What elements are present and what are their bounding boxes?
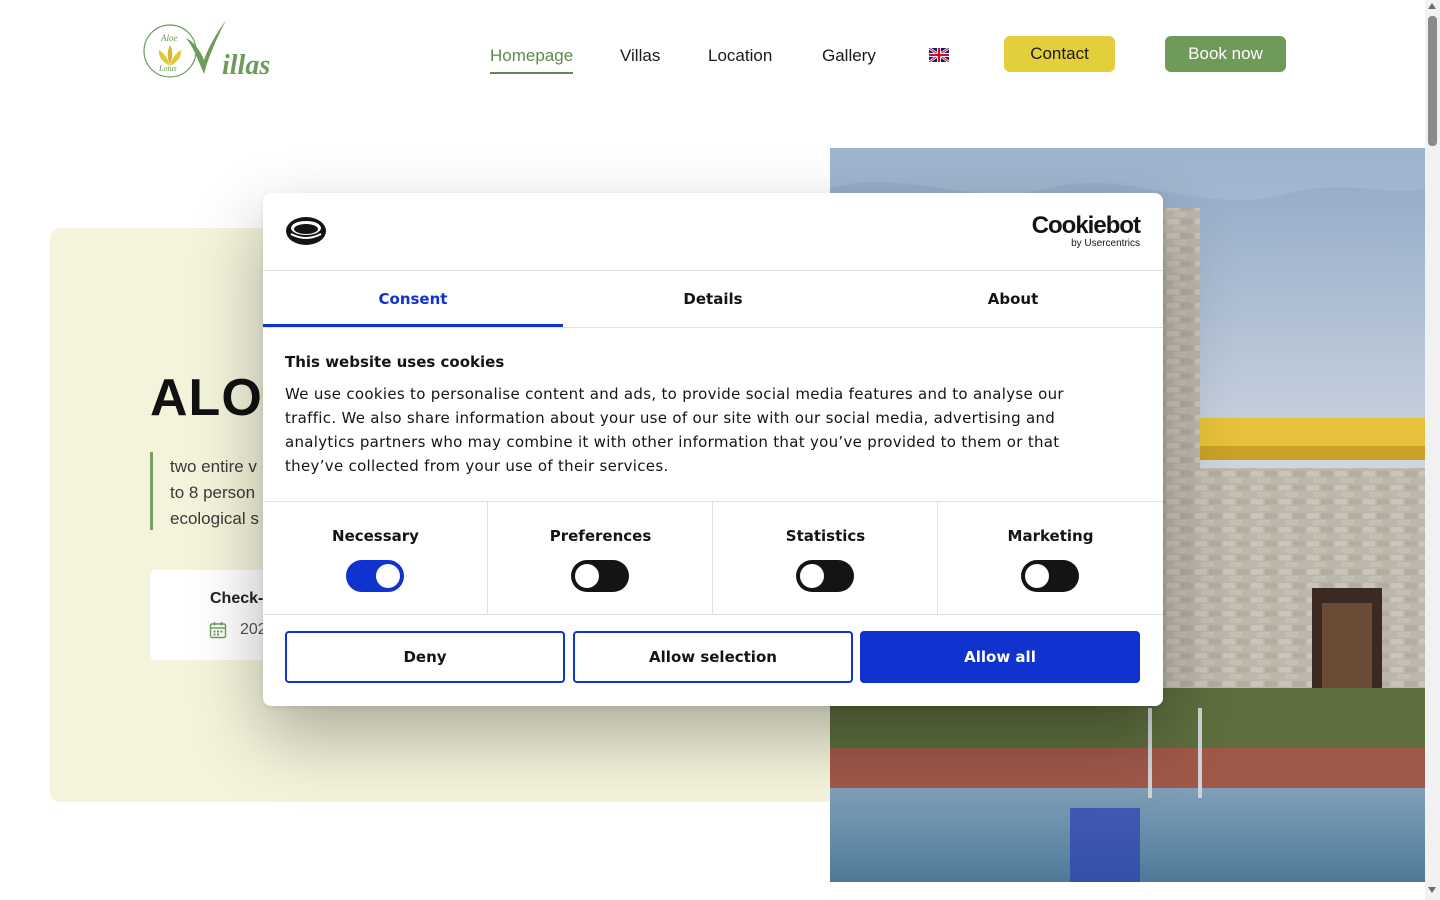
logo-text-bottom: Lotus: [158, 64, 177, 73]
marketing-toggle[interactable]: [1021, 560, 1079, 592]
uk-flag-icon[interactable]: [928, 46, 950, 64]
contact-button[interactable]: Contact: [1004, 36, 1115, 72]
calendar-icon[interactable]: [209, 621, 227, 639]
tab-details[interactable]: Details: [563, 271, 863, 327]
category-marketing: Marketing: [938, 502, 1163, 615]
category-label: Preferences: [549, 527, 652, 545]
nav-villas[interactable]: Villas: [620, 46, 660, 66]
dialog-heading: This website uses cookies: [285, 353, 505, 371]
category-necessary: Necessary: [263, 502, 488, 615]
tab-about[interactable]: About: [863, 271, 1163, 327]
body-line: they’ve collected from your use of their…: [285, 457, 669, 475]
allow-selection-button[interactable]: Allow selection: [573, 631, 853, 683]
tab-consent[interactable]: Consent: [263, 271, 563, 327]
category-preferences: Preferences: [488, 502, 713, 615]
divider: [263, 614, 1163, 615]
deny-button[interactable]: Deny: [285, 631, 565, 683]
preferences-toggle[interactable]: [571, 560, 629, 592]
allow-all-button[interactable]: Allow all: [860, 631, 1140, 683]
logo-text-top: Aloe: [160, 33, 178, 43]
cookie-consent-dialog: Cookiebot by Usercentrics Consent Detail…: [263, 193, 1163, 706]
book-now-button[interactable]: Book now: [1165, 36, 1286, 72]
dialog-body-text: We use cookies to personalise content an…: [285, 382, 1115, 478]
hero-title: ALO: [150, 369, 263, 427]
brand-subtitle: by Usercentrics: [1071, 238, 1140, 249]
cookie-logo-icon: [285, 215, 327, 247]
nav-location[interactable]: Location: [708, 46, 772, 66]
body-line: analytics partners who may combine it wi…: [285, 433, 1060, 451]
scrollbar-thumb[interactable]: [1428, 16, 1437, 146]
hero-description-accent: [150, 452, 153, 530]
divider: [263, 327, 1163, 328]
scroll-up-icon[interactable]: [1428, 3, 1436, 9]
site-logo[interactable]: Aloe Lotus illas: [142, 18, 282, 81]
category-label: Marketing: [1007, 527, 1094, 545]
scroll-down-icon[interactable]: [1428, 887, 1436, 893]
category-label: Statistics: [785, 527, 866, 545]
body-line: traffic. We also share information about…: [285, 409, 1056, 427]
checkin-label: Check-: [210, 590, 264, 607]
necessary-toggle[interactable]: [346, 560, 404, 592]
nav-homepage[interactable]: Homepage: [490, 46, 574, 74]
logo-wordmark: illas: [222, 50, 270, 80]
cookiebot-brand[interactable]: Cookiebot by Usercentrics: [1031, 212, 1141, 249]
nav-gallery[interactable]: Gallery: [822, 46, 876, 66]
brand-name: Cookiebot: [1031, 212, 1141, 239]
category-label: Necessary: [332, 527, 419, 545]
category-statistics: Statistics: [713, 502, 938, 615]
statistics-toggle[interactable]: [796, 560, 854, 592]
body-line: We use cookies to personalise content an…: [285, 385, 1064, 403]
